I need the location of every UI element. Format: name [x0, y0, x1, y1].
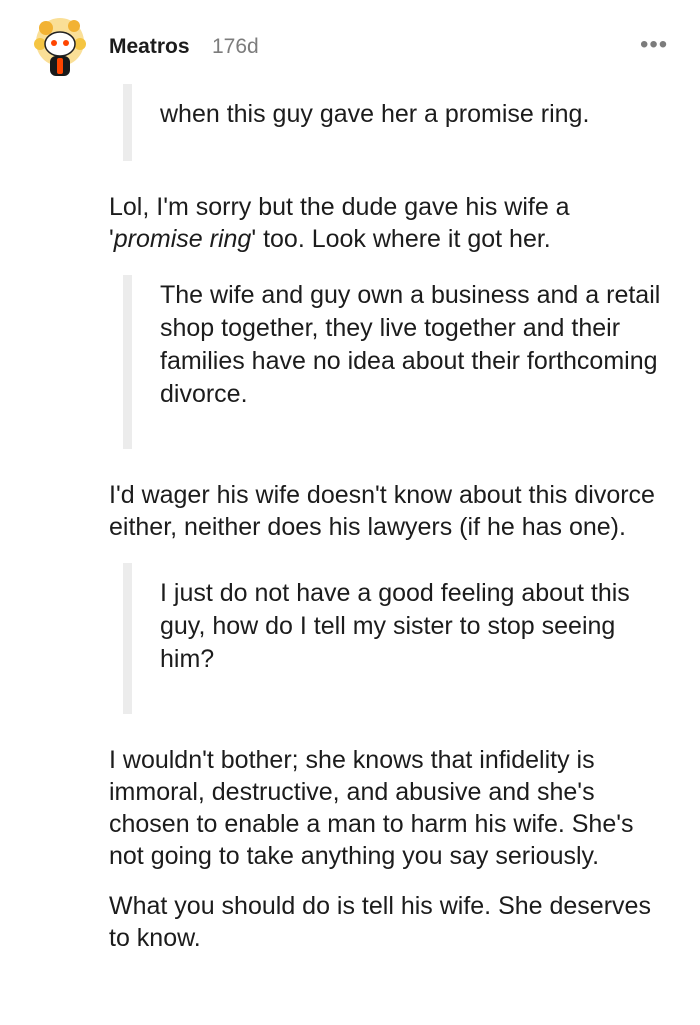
username[interactable]: Meatros	[109, 35, 190, 59]
blockquote: I just do not have a good feeling about …	[123, 563, 669, 714]
paragraph-text: What you should do is tell his wife. She…	[109, 892, 651, 952]
avatar[interactable]	[30, 14, 90, 80]
quote-text: The wife and guy own a business and a re…	[160, 281, 661, 408]
paragraph: I wouldn't bother; she knows that infide…	[109, 744, 669, 872]
quote-text: when this guy gave her a promise ring.	[160, 100, 590, 128]
comment-header: Meatros 176d •••	[0, 0, 700, 92]
blockquote: when this guy gave her a promise ring.	[123, 84, 669, 161]
paragraph: I'd wager his wife doesn't know about th…	[109, 479, 669, 543]
emphasis-text: promise ring	[113, 225, 252, 253]
comment-age: 176d	[212, 35, 259, 58]
quote-text: I just do not have a good feeling about …	[160, 579, 630, 673]
paragraph: Lol, I'm sorry but the dude gave his wif…	[109, 191, 669, 255]
paragraph-text: I'd wager his wife doesn't know about th…	[109, 481, 655, 541]
paragraph: What you should do is tell his wife. She…	[109, 890, 669, 954]
more-options-icon[interactable]: •••	[640, 33, 668, 57]
blockquote: The wife and guy own a business and a re…	[123, 275, 669, 449]
paragraph-text: I wouldn't bother; she knows that infide…	[109, 746, 634, 870]
comment-body: when this guy gave her a promise ring. L…	[109, 84, 669, 954]
paragraph-text: ' too. Look where it got her.	[251, 225, 551, 253]
snoo-avatar-icon	[34, 18, 86, 76]
